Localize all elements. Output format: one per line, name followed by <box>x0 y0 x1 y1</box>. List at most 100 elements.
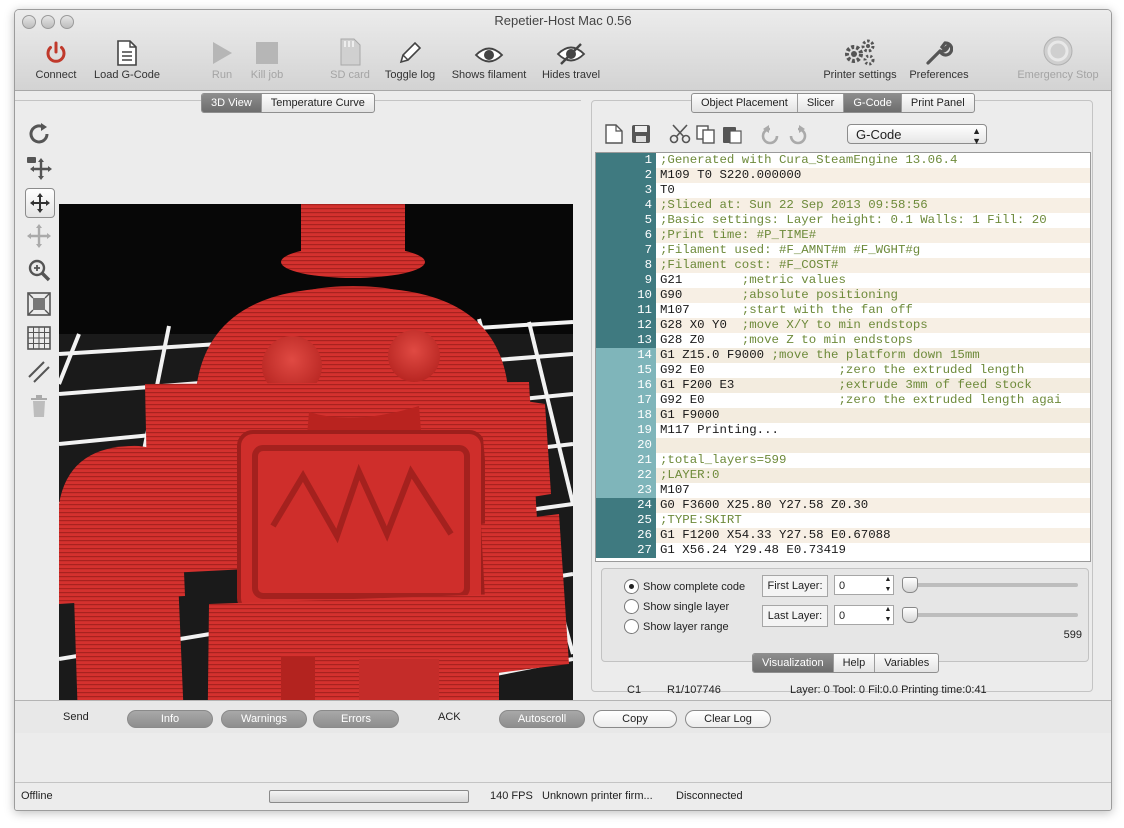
firmware-status: Unknown printer firm... <box>542 790 653 802</box>
radio-layer-range[interactable]: Show layer range <box>624 619 729 634</box>
delete-object-button[interactable] <box>25 392 53 420</box>
rotate-view-button[interactable] <box>25 120 53 148</box>
gcode-line[interactable]: 6 ;Print time: #P_TIME# <box>596 228 1090 243</box>
parallel-view-button[interactable] <box>25 358 53 386</box>
move-arrows-icon <box>30 193 50 213</box>
tab-slicer[interactable]: Slicer <box>798 94 845 112</box>
gcode-line[interactable]: 26 G1 F1200 X54.33 Y27.58 E0.67088 <box>596 528 1090 543</box>
gcode-line[interactable]: 7 ;Filament used: #F_AMNT#m #F_WGHT#g <box>596 243 1090 258</box>
gcode-line[interactable]: 27 G1 X56.24 Y29.48 E0.73419 <box>596 543 1090 558</box>
shows-filament-button[interactable]: Shows filament <box>447 38 531 86</box>
gcode-line[interactable]: 25 ;TYPE:SKIRT <box>596 513 1090 528</box>
gcode-line[interactable]: 14 G1 Z15.0 F9000 ;move the platform down… <box>596 348 1090 363</box>
gcode-line[interactable]: 24 G0 F3600 X25.80 Y27.58 Z0.30 <box>596 498 1090 513</box>
tab-variables[interactable]: Variables <box>875 654 938 672</box>
tab-object-placement[interactable]: Object Placement <box>692 94 798 112</box>
3d-viewport[interactable] <box>59 204 573 773</box>
gcode-line[interactable]: 9 G21 ;metric values <box>596 273 1090 288</box>
run-button[interactable]: Run <box>207 38 237 86</box>
gcode-line-text: M117 Printing... <box>660 423 779 437</box>
last-layer-slider-thumb[interactable] <box>902 607 918 623</box>
first-layer-stepper[interactable]: ▲ ▼ <box>882 575 894 595</box>
gcode-line[interactable]: 11 M107 ;start with the fan off <box>596 303 1090 318</box>
hides-travel-button[interactable]: Hides travel <box>537 38 605 86</box>
gcode-line-text: ;Sliced at: Sun 22 Sep 2013 09:58:56 <box>660 198 928 212</box>
first-layer-slider-track[interactable] <box>906 583 1078 587</box>
gcode-file-select[interactable]: G-Code ▲ ▼ <box>847 124 987 146</box>
tab-print-panel[interactable]: Print Panel <box>902 94 974 112</box>
gcode-line[interactable]: 16 G1 F200 E3 ;extrude 3mm of feed stock <box>596 378 1090 393</box>
last-layer-stepper[interactable]: ▲ ▼ <box>882 605 894 625</box>
gcode-line[interactable]: 19 M117 Printing... <box>596 423 1090 438</box>
robot-model-render <box>59 204 573 773</box>
kill-job-button[interactable]: Kill job <box>245 38 289 86</box>
first-layer-slider-thumb[interactable] <box>902 577 918 593</box>
gcode-line-number: 6 <box>596 228 656 243</box>
tab-3d-view[interactable]: 3D View <box>202 94 262 112</box>
gcode-line[interactable]: 12 G28 X0 Y0 ;move X/Y to min endstops <box>596 318 1090 333</box>
gcode-comment-part: ;extrude 3mm of feed stock <box>838 378 1032 392</box>
gcode-line[interactable]: 2 M109 T0 S220.000000 <box>596 168 1090 183</box>
paste-icon[interactable] <box>721 124 743 144</box>
log-output[interactable] <box>15 733 1111 781</box>
preferences-button[interactable]: Preferences <box>907 38 971 86</box>
cut-icon[interactable] <box>669 124 691 144</box>
gcode-line-text: G90 ;absolute positioning <box>656 288 1090 303</box>
load-gcode-button[interactable]: Load G-Code <box>89 38 165 86</box>
gcode-editor[interactable]: 1 ;Generated with Cura_SteamEngine 13.06.… <box>595 152 1091 562</box>
gcode-line[interactable]: 3 T0 <box>596 183 1090 198</box>
new-file-icon[interactable] <box>605 124 623 144</box>
connect-button[interactable]: Connect <box>31 38 81 86</box>
last-layer-slider-track[interactable] <box>906 613 1078 617</box>
clear-log-button[interactable]: Clear Log <box>685 710 771 728</box>
gcode-line-text: ;Generated with Cura_SteamEngine 13.06.4 <box>660 153 958 167</box>
gcode-line[interactable]: 18 G1 F9000 <box>596 408 1090 423</box>
move-object-button[interactable] <box>25 188 55 218</box>
tab-help[interactable]: Help <box>834 654 876 672</box>
eye-slash-icon <box>556 43 586 65</box>
gcode-line[interactable]: 15 G92 E0 ;zero the extruded length <box>596 363 1090 378</box>
gcode-line[interactable]: 1 ;Generated with Cura_SteamEngine 13.06.… <box>596 153 1090 168</box>
isometric-view-button[interactable] <box>25 290 53 318</box>
gcode-line[interactable]: 21 ;total_layers=599 <box>596 453 1090 468</box>
gcode-line[interactable]: 8 ;Filament cost: #F_COST# <box>596 258 1090 273</box>
emergency-stop-button[interactable]: Emergency Stop <box>1013 36 1103 86</box>
grid-toggle-button[interactable] <box>25 324 53 352</box>
save-icon[interactable] <box>631 124 651 144</box>
gcode-line[interactable]: 4 ;Sliced at: Sun 22 Sep 2013 09:58:56 <box>596 198 1090 213</box>
toggle-log-button[interactable]: Toggle log <box>379 38 441 86</box>
tab-temperature-curve[interactable]: Temperature Curve <box>262 94 374 112</box>
gcode-line[interactable]: 20 <box>596 438 1090 453</box>
printer-settings-button[interactable]: Printer settings <box>815 38 905 86</box>
gcode-code-part: G28 Z0 <box>660 333 742 347</box>
warnings-toggle-button[interactable]: Warnings <box>221 710 307 728</box>
radio-complete-code[interactable]: Show complete code <box>624 579 745 594</box>
gcode-line-text: T0 <box>660 183 675 197</box>
gcode-line[interactable]: 5 ;Basic settings: Layer height: 0.1 Wall… <box>596 213 1090 228</box>
gcode-line-number: 5 <box>596 213 656 228</box>
max-layer-value: 599 <box>1063 629 1082 641</box>
gcode-line[interactable]: 23 M107 <box>596 483 1090 498</box>
move-viewpoint-button[interactable] <box>25 222 53 250</box>
copy-log-button[interactable]: Copy <box>593 710 677 728</box>
gcode-line[interactable]: 22 ;LAYER:0 <box>596 468 1090 483</box>
redo-icon[interactable] <box>787 124 809 146</box>
sd-card-button[interactable]: SD card <box>327 38 373 86</box>
undo-icon[interactable] <box>759 124 781 146</box>
errors-toggle-button[interactable]: Errors <box>313 710 399 728</box>
autoscroll-toggle-button[interactable]: Autoscroll <box>499 710 585 728</box>
gcode-line[interactable]: 13 G28 Z0 ;move Z to min endstops <box>596 333 1090 348</box>
radio-single-layer[interactable]: Show single layer <box>624 599 729 614</box>
info-toggle-button[interactable]: Info <box>127 710 213 728</box>
stop-icon <box>256 42 278 64</box>
tab-visualization[interactable]: Visualization <box>753 654 834 672</box>
gcode-line[interactable]: 17 G92 E0 ;zero the extruded length agai <box>596 393 1090 408</box>
gcode-line[interactable]: 10 G90 ;absolute positioning <box>596 288 1090 303</box>
window-title: Repetier-Host Mac 0.56 <box>494 13 632 28</box>
move-camera-button[interactable] <box>25 154 53 182</box>
copy-icon[interactable] <box>695 124 717 144</box>
zoom-button[interactable] <box>25 256 53 284</box>
tab-gcode[interactable]: G-Code <box>844 94 902 112</box>
gcode-line-number: 27 <box>596 543 656 558</box>
gcode-line-number: 9 <box>596 273 656 288</box>
